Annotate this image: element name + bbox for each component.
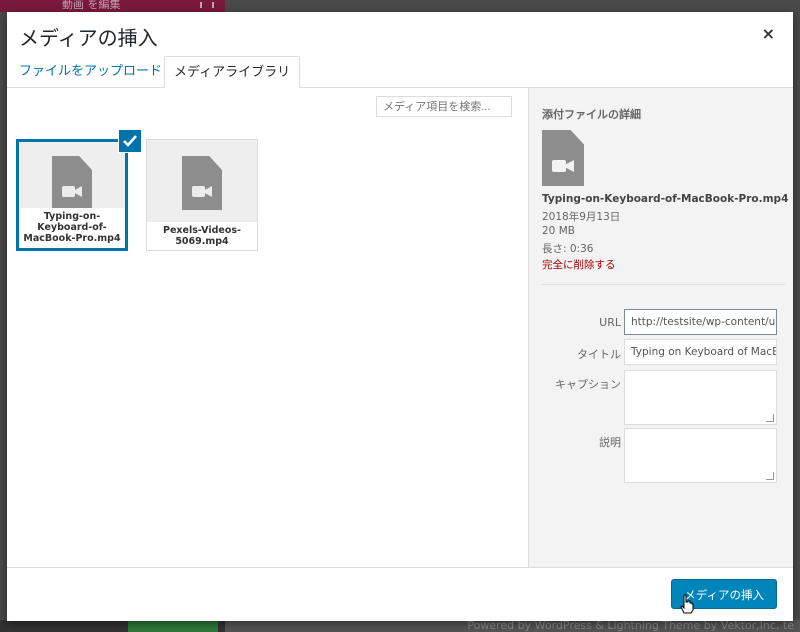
media-toolbar: メディアの挿入: [7, 567, 793, 621]
attachment-filename: Typing-on-Keyboard-of-MacBook-Pro.mp4: [19, 208, 125, 248]
tab-media-library[interactable]: メディアライブラリ: [164, 56, 301, 89]
caption-textarea[interactable]: [624, 370, 777, 425]
description-label: 説明: [599, 436, 621, 449]
divider: [542, 284, 785, 285]
media-library-content: Typing-on-Keyboard-of-MacBook-Pro.mp4 Pe…: [7, 88, 528, 567]
title-field[interactable]: Typing on Keyboard of MacBo: [624, 339, 777, 365]
tab-upload-files[interactable]: ファイルをアップロード: [10, 56, 171, 87]
attachment-item[interactable]: Pexels-Videos-5069.mp4: [146, 139, 258, 251]
search-input[interactable]: [376, 96, 512, 117]
details-date: 2018年9月13日: [542, 211, 621, 223]
details-length: 長さ: 0:36: [542, 243, 594, 255]
resize-grip-icon[interactable]: [766, 414, 774, 422]
resize-grip-icon[interactable]: [766, 472, 774, 480]
attachment-details-heading: 添付ファイルの詳細: [542, 108, 641, 121]
editor-top-tab-label: 動画 を編集: [62, 0, 121, 11]
editor-top-tab: 動画 を編集: [0, 0, 225, 12]
modal-title: メディアの挿入: [19, 26, 158, 50]
caption-label: キャプション: [555, 378, 621, 391]
description-textarea[interactable]: [624, 428, 777, 483]
media-modal: メディアの挿入 × ファイルをアップロード メディアライブラリ Typing-o…: [7, 12, 793, 621]
close-icon[interactable]: ×: [762, 24, 775, 43]
details-filename: Typing-on-Keyboard-of-MacBook-Pro.mp4: [542, 193, 789, 205]
url-label: URL: [599, 316, 621, 329]
hand-cursor-icon: [680, 594, 694, 614]
selected-check-icon[interactable]: [118, 129, 142, 153]
details-filesize: 20 MB: [542, 225, 575, 237]
editor-bottom-green: [128, 620, 218, 632]
url-field[interactable]: http://testsite/wp-content/up: [624, 309, 777, 335]
video-file-icon: [52, 156, 92, 210]
title-label: タイトル: [577, 348, 621, 361]
attachment-item-selected[interactable]: Typing-on-Keyboard-of-MacBook-Pro.mp4: [16, 139, 128, 251]
video-file-icon: [542, 130, 584, 186]
video-file-icon: [182, 156, 222, 210]
delete-permanently-link[interactable]: 完全に削除する: [542, 257, 616, 272]
grid-icon: [200, 2, 214, 8]
attachment-details-sidebar: 添付ファイルの詳細 Typing-on-Keyboard-of-MacBook-…: [528, 88, 793, 567]
media-router-tabs: ファイルをアップロード メディアライブラリ: [7, 56, 793, 89]
attachment-filename: Pexels-Videos-5069.mp4: [147, 222, 257, 250]
